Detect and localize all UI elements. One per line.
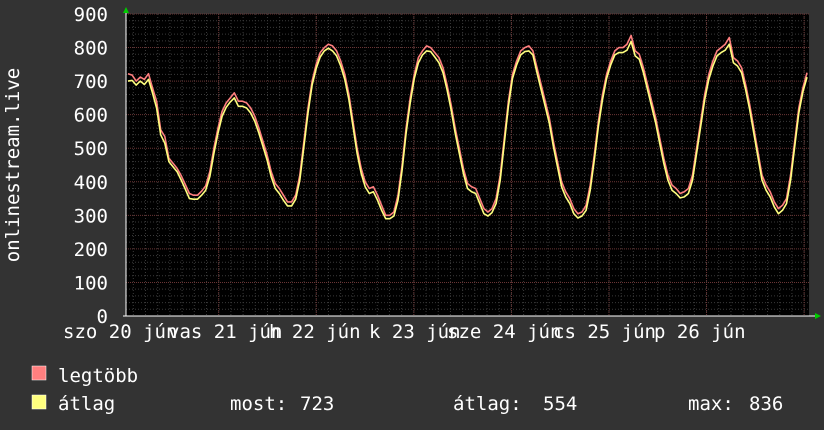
x-tick-label: cs 25 jún: [553, 321, 656, 343]
y-tick-label: 900: [74, 4, 108, 26]
stat-current-value: 723: [300, 393, 334, 415]
y-tick-label: 400: [74, 172, 108, 194]
x-tick-label: h 22 jún: [269, 321, 361, 343]
stat-max-label: max:: [688, 393, 734, 415]
legend-swatch-legtobb: [31, 365, 47, 381]
stat-average-label: átlag:: [453, 393, 522, 415]
y-tick-label: 700: [74, 71, 108, 93]
y-tick-label: 100: [74, 272, 108, 294]
x-tick-labels: szo 20 júnvas 21 júnh 22 jún k 23 júnsze …: [63, 321, 746, 343]
legend-swatch-atlag: [31, 394, 47, 410]
y-tick-label: 800: [74, 38, 108, 60]
y-tick-label: 500: [74, 138, 108, 160]
x-tick-label: sze 24 jún: [447, 321, 561, 343]
chart: 9008007006005004003002001000 szo 20 júnv…: [0, 0, 824, 430]
y-tick-label: 300: [74, 205, 108, 227]
stat-current-label: most:: [230, 393, 287, 415]
x-tick-label: p 26 jún: [654, 321, 746, 343]
x-tick-label: szo 20 jún: [63, 321, 177, 343]
legend-label-legtobb: legtöbb: [58, 365, 138, 387]
x-tick-label: vas 21 jún: [168, 321, 282, 343]
y-tick-label: 200: [74, 239, 108, 261]
stat-average-value: 554: [543, 393, 577, 415]
legend-label-atlag: átlag: [58, 393, 115, 415]
y-tick-label: 600: [74, 105, 108, 127]
y-axis-label: onlinestream.live: [2, 68, 24, 262]
stat-max-value: 836: [749, 393, 783, 415]
